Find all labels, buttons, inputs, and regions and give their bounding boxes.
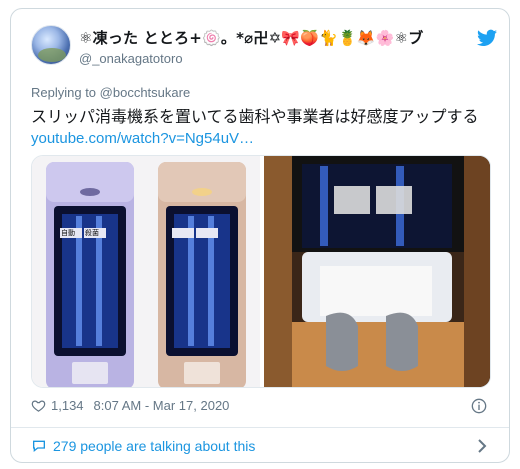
tweet-text: スリッパ消毒機系を置いてる歯科や事業者は好感度アップする (31, 107, 479, 126)
tweet-meta: 1,134 8:07 AM - Mar 17, 2020 (31, 395, 229, 415)
photo-slipper-machines[interactable]: 自動 殺菌 (32, 156, 260, 387)
replying-to: Replying to @bocchtsukare (31, 85, 190, 100)
heart-icon[interactable] (31, 398, 46, 413)
photo-installed-machine[interactable] (264, 156, 490, 387)
machine-label-sterilize: 殺菌 (85, 229, 99, 237)
machine-label-auto: 自動 (61, 229, 75, 237)
replying-prefix: Replying to (31, 85, 97, 100)
comment-icon (33, 440, 45, 453)
user-handle[interactable]: @_onakagatotoro (79, 51, 183, 66)
tweet-timestamp[interactable]: 8:07 AM - Mar 17, 2020 (94, 398, 230, 413)
avatar[interactable] (31, 25, 71, 65)
display-name[interactable]: ⚛凍った ととろ+🍥。*⌀卍✡🎀🍑🐈🍍🦊🌸⚛ブ (79, 27, 423, 48)
tweet-header: ⚛凍った ととろ+🍥。*⌀卍✡🎀🍑🐈🍍🦊🌸⚛ブ @_onakagatotoro (11, 9, 509, 81)
tweet-link[interactable]: youtube.com/watch?v=Ng54uV… (31, 130, 254, 147)
tweet-media[interactable]: 自動 殺菌 (31, 155, 491, 388)
talking-about-link[interactable]: 279 people are talking about this (31, 435, 255, 457)
talking-about-text: 279 people are talking about this (53, 438, 256, 454)
footer-divider (11, 427, 509, 428)
installed-machine-illustration (264, 156, 490, 387)
chevron-right-icon[interactable] (477, 439, 487, 453)
replying-mention[interactable]: @bocchtsukare (100, 85, 191, 100)
info-icon[interactable] (471, 398, 487, 414)
twitter-logo-icon[interactable] (477, 29, 497, 47)
like-count[interactable]: 1,134 (51, 398, 84, 413)
slipper-machines-illustration (46, 162, 246, 387)
embedded-tweet-card[interactable]: ⚛凍った ととろ+🍥。*⌀卍✡🎀🍑🐈🍍🦊🌸⚛ブ @_onakagatotoro … (10, 8, 510, 463)
